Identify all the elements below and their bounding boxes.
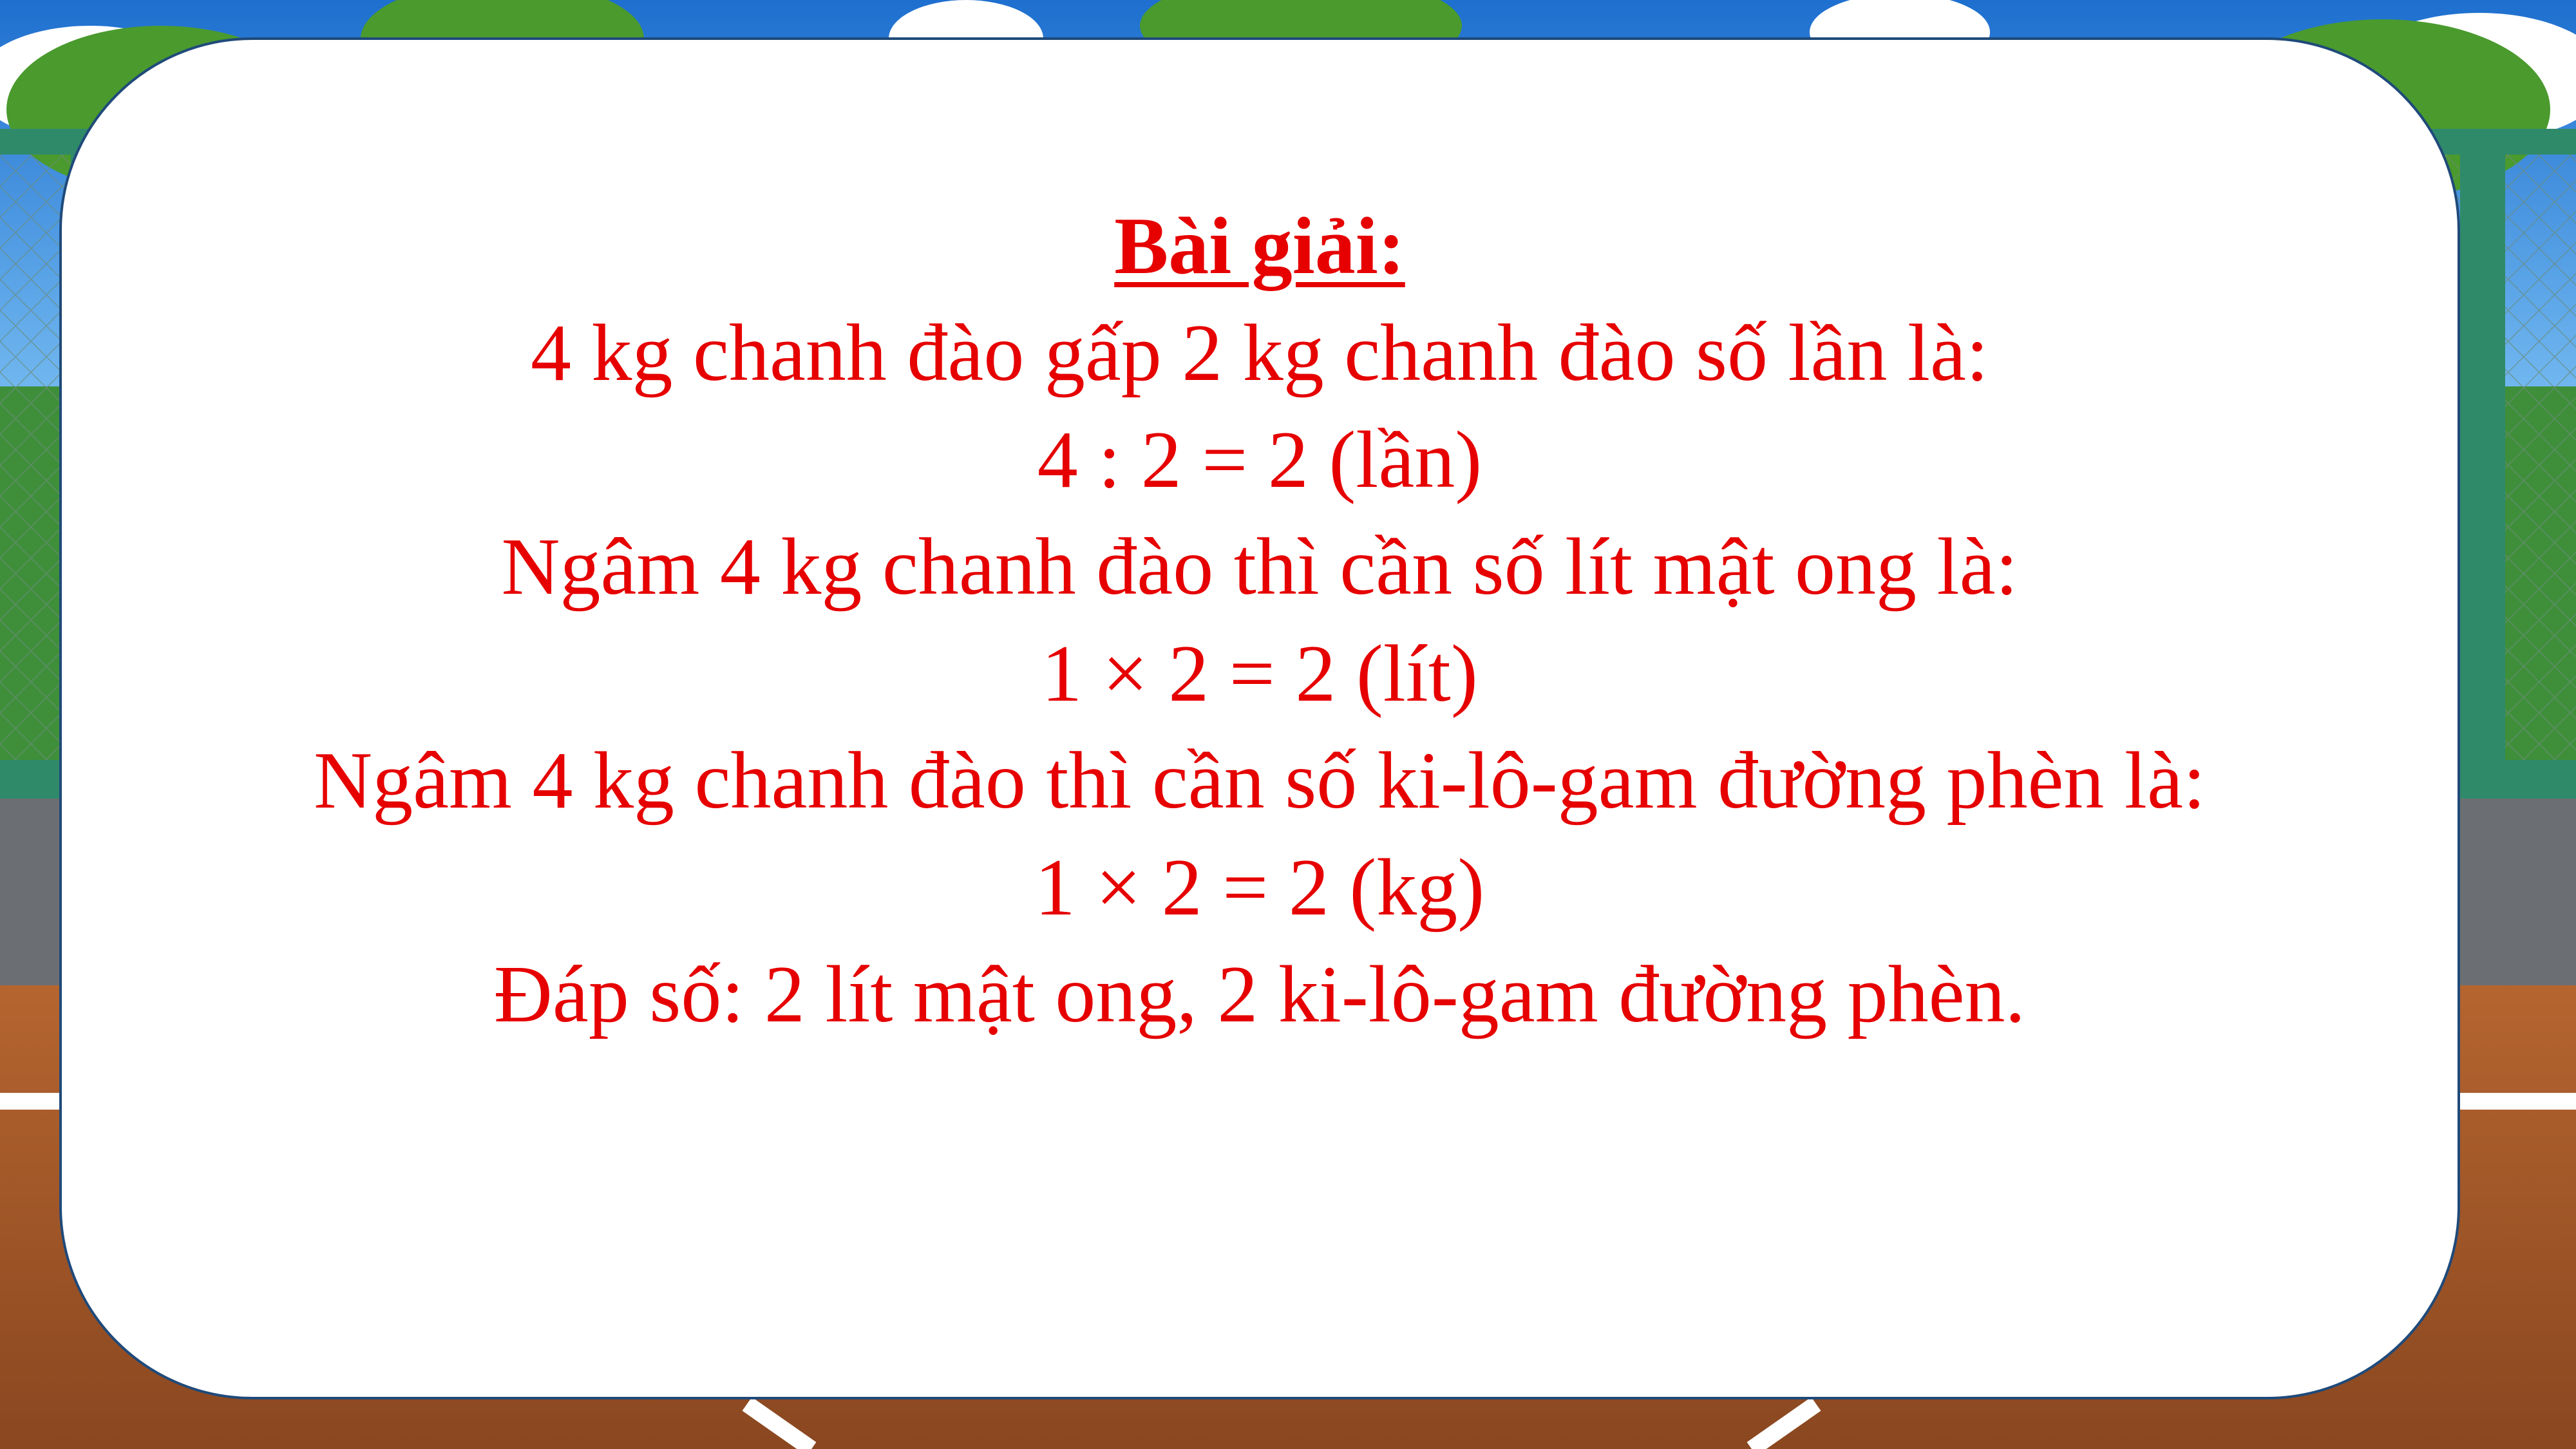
solution-answer: Đáp số: 2 lít mật ong, 2 ki-lô-gam đường…	[493, 950, 2026, 1039]
solution-line-3: Ngâm 4 kg chanh đào thì cần số lít mật o…	[501, 522, 2018, 612]
solution-text-block: Bài giải: 4 kg chanh đào gấp 2 kg chanh …	[59, 193, 2460, 1048]
solution-heading: Bài giải:	[1114, 202, 1405, 291]
solution-line-2: 4 : 2 = 2 (lần)	[1037, 415, 1482, 505]
solution-line-1: 4 kg chanh đào gấp 2 kg chanh đào số lần…	[531, 308, 1989, 398]
solution-line-4: 1 × 2 = 2 (lít)	[1041, 629, 1478, 719]
solution-line-5: Ngâm 4 kg chanh đào thì cần số ki-lô-gam…	[314, 736, 2206, 826]
solution-line-6: 1 × 2 = 2 (kg)	[1034, 843, 1485, 933]
